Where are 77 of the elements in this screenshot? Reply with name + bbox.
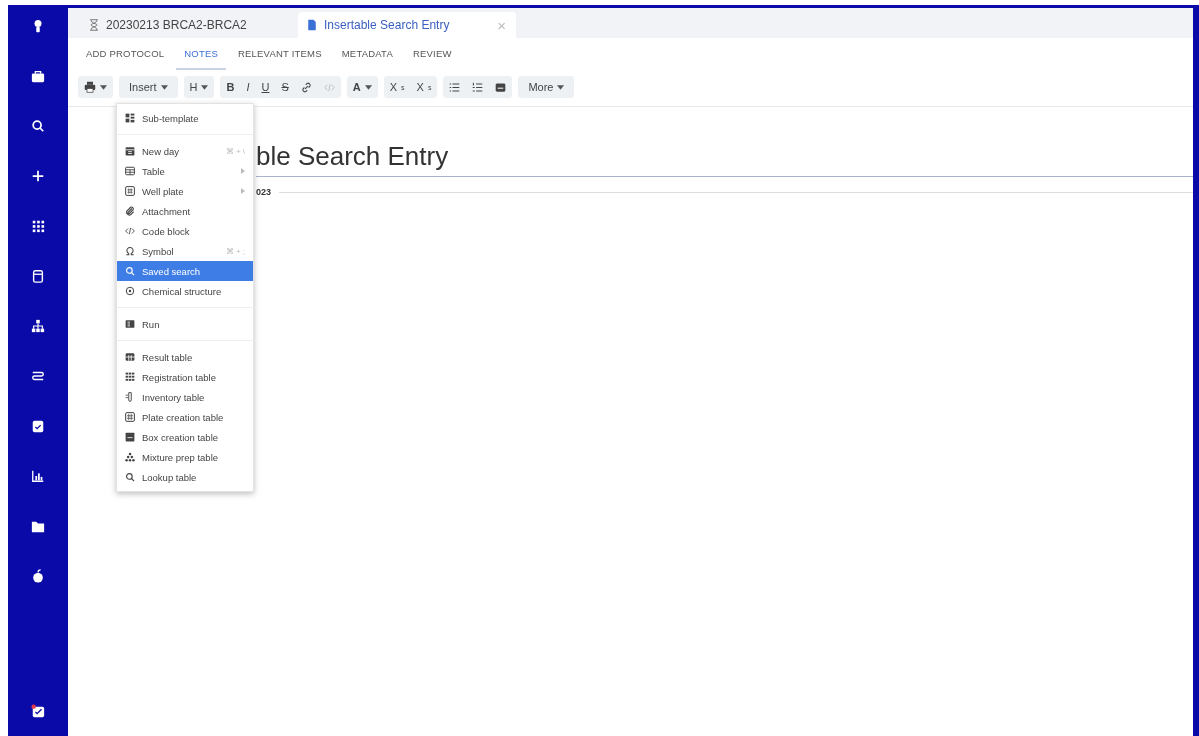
- heading-button[interactable]: H: [183, 76, 215, 98]
- menu-item[interactable]: Inventory table: [117, 387, 253, 407]
- bold-button[interactable]: B: [220, 76, 241, 98]
- menu-item[interactable]: Run: [117, 314, 253, 334]
- caret-icon: [201, 84, 209, 90]
- italic-button[interactable]: I: [240, 76, 256, 98]
- menu-item[interactable]: Plate creation table: [117, 407, 253, 427]
- menu-item[interactable]: Sub-template: [117, 108, 253, 128]
- run-icon: [125, 319, 135, 329]
- container-icon[interactable]: [31, 269, 45, 283]
- menu-item[interactable]: Saved search: [117, 261, 253, 281]
- grid-icon[interactable]: [31, 219, 45, 233]
- menu-item[interactable]: New day ⌘ + \: [117, 141, 253, 161]
- hierarchy-icon[interactable]: [31, 319, 45, 333]
- well-plate-icon: [125, 186, 135, 196]
- folder-icon[interactable]: [31, 519, 45, 533]
- omega-icon: [125, 246, 135, 256]
- code-icon: [125, 226, 135, 236]
- block-icon: [495, 81, 507, 93]
- more-button[interactable]: More: [518, 76, 575, 98]
- caret-icon: [100, 84, 107, 90]
- apple-icon[interactable]: [31, 569, 45, 583]
- search-icon: [125, 266, 135, 276]
- menu-item[interactable]: Attachment: [117, 201, 253, 221]
- workflow-icon[interactable]: [31, 369, 45, 383]
- code-icon: [323, 81, 335, 93]
- clipboard-check-icon[interactable]: [31, 419, 45, 433]
- document-tab[interactable]: 20230213 BRCA2-BRCA2: [80, 12, 298, 38]
- dotted-grid-icon: [125, 372, 135, 382]
- underline-button[interactable]: U: [255, 76, 276, 98]
- hourglass-icon: [88, 19, 100, 31]
- search-icon: [125, 472, 135, 482]
- shortcut-label: ⌘ + \: [225, 146, 245, 156]
- shortcut-label: ⌘ + ;: [225, 246, 245, 256]
- menu-item[interactable]: Mixture prep table: [117, 447, 253, 467]
- menu-item[interactable]: Result table: [117, 347, 253, 367]
- tasks-icon[interactable]: [31, 704, 45, 718]
- plate-icon: [125, 412, 135, 422]
- plus-icon[interactable]: [31, 169, 45, 183]
- menu-item[interactable]: Well plate: [117, 181, 253, 201]
- entry-title: ble Search Entry: [256, 141, 1193, 177]
- menu-item[interactable]: Box creation table: [117, 427, 253, 447]
- entry-date: 023: [256, 187, 272, 197]
- text-color-button[interactable]: A: [346, 76, 378, 98]
- briefcase-icon[interactable]: [31, 69, 45, 83]
- superscript-button[interactable]: X$^{s}$: [410, 76, 438, 98]
- menu-item[interactable]: Lookup table: [117, 467, 253, 487]
- table-icon: [125, 166, 135, 176]
- strikethrough-button[interactable]: S: [275, 76, 295, 98]
- link-icon: [300, 81, 312, 93]
- section-tab[interactable]: RELEVANT ITEMS: [230, 38, 330, 70]
- search-icon[interactable]: [31, 119, 45, 133]
- bullet-list-icon: [449, 81, 461, 93]
- section-tab[interactable]: METADATA: [333, 38, 401, 70]
- caret-icon: [364, 84, 372, 90]
- box-icon: [125, 432, 135, 442]
- menu-item[interactable]: Registration table: [117, 367, 253, 387]
- menu-item[interactable]: Code block: [117, 221, 253, 241]
- section-tab[interactable]: ADD PROTOCOL: [78, 38, 173, 70]
- menu-item[interactable]: Symbol ⌘ + ;: [117, 241, 253, 261]
- caret-icon: [160, 84, 168, 90]
- numbered-list-icon: [472, 81, 484, 93]
- document-icon: [306, 19, 318, 31]
- menu-item[interactable]: Table: [117, 161, 253, 181]
- caret-icon: [557, 84, 565, 90]
- paperclip-icon: [125, 206, 135, 216]
- section-tab[interactable]: REVIEW: [404, 38, 460, 70]
- printer-icon: [84, 81, 96, 93]
- menu-item[interactable]: Chemical structure: [117, 281, 253, 301]
- calendar-icon: [125, 146, 135, 156]
- result-table-icon: [125, 352, 135, 362]
- mixture-icon: [125, 452, 135, 462]
- insert-button[interactable]: Insert: [119, 76, 178, 98]
- bar-chart-icon[interactable]: [31, 469, 45, 483]
- section-tab[interactable]: NOTES: [176, 38, 226, 70]
- document-tab[interactable]: Insertable Search Entry ×: [298, 12, 516, 38]
- template-icon: [125, 113, 135, 123]
